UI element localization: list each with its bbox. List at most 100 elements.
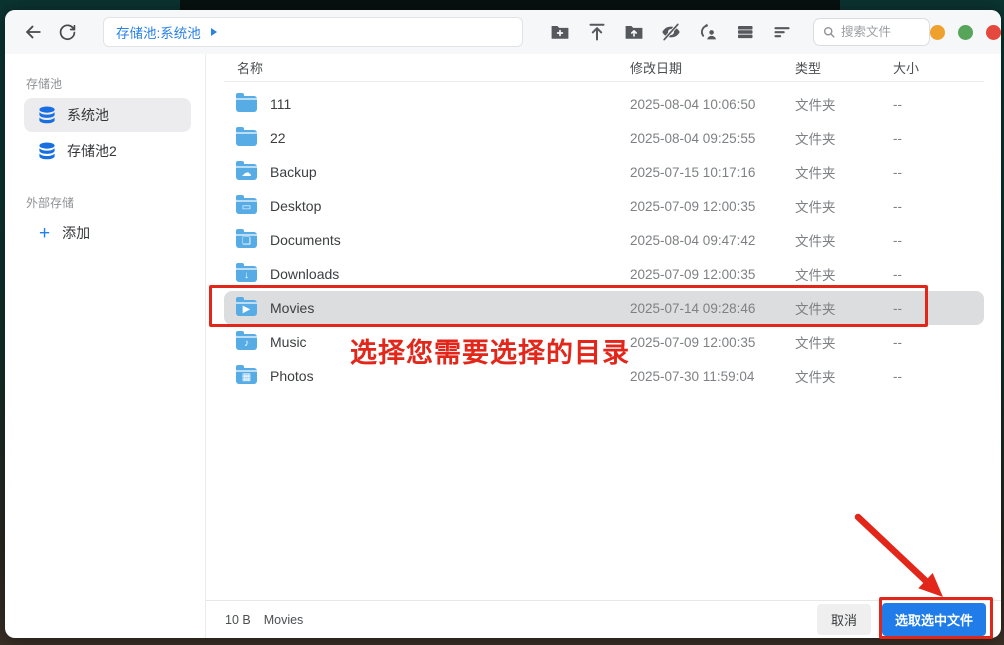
desktop-background: 存储池:系统池 (0, 0, 1004, 645)
folder-icon: ❏ (236, 232, 257, 248)
file-size: -- (893, 199, 984, 214)
sidebar-pool-item[interactable]: 系统池 (24, 98, 191, 132)
file-size: -- (893, 233, 984, 248)
file-date: 2025-07-30 11:59:04 (630, 369, 795, 384)
folder-up-button[interactable] (623, 21, 645, 43)
folder-emblem-icon: ▭ (236, 201, 257, 214)
table-header: 名称 修改日期 类型 大小 (224, 54, 984, 82)
folder-emblem-icon: ♪ (236, 337, 257, 350)
selection-name: Movies (264, 613, 304, 627)
folder-emblem-icon (236, 99, 257, 112)
table-row[interactable]: ↓ Downloads 2025-07-09 12:00:35 文件夹 -- (224, 257, 984, 291)
folder-emblem-icon: ❏ (236, 235, 257, 248)
file-size: -- (893, 165, 984, 180)
file-size: -- (893, 301, 984, 316)
folder-icon: ▭ (236, 198, 257, 214)
search-icon (822, 25, 836, 39)
file-date: 2025-08-04 10:06:50 (630, 97, 795, 112)
file-type: 文件夹 (795, 366, 893, 386)
file-date: 2025-07-15 10:17:16 (630, 165, 795, 180)
file-type: 文件夹 (795, 162, 893, 182)
back-button[interactable] (19, 18, 47, 46)
close-button[interactable] (986, 25, 1001, 40)
toggle-hidden-files-button[interactable] (660, 21, 682, 43)
table-row[interactable]: 22 2025-08-04 09:25:55 文件夹 -- (224, 121, 984, 155)
column-header-name[interactable]: 名称 (237, 58, 630, 77)
folder-icon: ♪ (236, 334, 257, 350)
table-row[interactable]: ☁ Backup 2025-07-15 10:17:16 文件夹 -- (224, 155, 984, 189)
file-type: 文件夹 (795, 230, 893, 250)
dialog-toolbar: 存储池:系统池 (5, 10, 1001, 54)
refresh-icon (58, 23, 77, 42)
folder-emblem-icon: ☁ (236, 167, 257, 180)
file-name: Documents (270, 232, 341, 248)
file-date: 2025-07-09 12:00:35 (630, 335, 795, 350)
breadcrumb-caret-icon (211, 28, 217, 36)
table-row[interactable]: ❏ Documents 2025-08-04 09:47:42 文件夹 -- (224, 223, 984, 257)
maximize-button[interactable] (958, 25, 973, 40)
footer-bar: 10 B Movies 取消 选取选中文件 (206, 600, 1001, 638)
toolbar-actions (549, 21, 793, 43)
file-date: 2025-08-04 09:25:55 (630, 131, 795, 146)
file-name: Photos (270, 368, 314, 384)
folder-icon: ☁ (236, 164, 257, 180)
file-size: -- (893, 267, 984, 282)
table-row[interactable]: ▦ Photos 2025-07-30 11:59:04 文件夹 -- (224, 359, 984, 393)
file-picker-dialog: 存储池:系统池 (5, 10, 1001, 638)
selection-size: 10 B (225, 613, 251, 627)
confirm-select-button[interactable]: 选取选中文件 (882, 603, 986, 636)
file-date: 2025-08-04 09:47:42 (630, 233, 795, 248)
sort-icon (771, 21, 793, 43)
folder-emblem-icon (236, 133, 257, 146)
upload-button[interactable] (586, 21, 608, 43)
folder-icon (236, 96, 257, 112)
list-view-icon (734, 21, 756, 43)
file-type: 文件夹 (795, 94, 893, 114)
sync-user-button[interactable] (697, 21, 719, 43)
folder-emblem-icon: ↓ (236, 269, 257, 282)
add-label: 添加 (62, 223, 90, 243)
breadcrumb-path[interactable]: 存储池:系统池 (116, 22, 201, 42)
refresh-button[interactable] (53, 18, 81, 46)
breadcrumb[interactable]: 存储池:系统池 (103, 17, 523, 47)
folder-icon: ▶ (236, 300, 257, 316)
folder-icon: ↓ (236, 266, 257, 282)
sidebar-pool-item[interactable]: 存储池2 (24, 134, 191, 168)
file-size: -- (893, 97, 984, 112)
new-folder-icon (549, 21, 571, 43)
folder-up-icon (623, 21, 645, 43)
sidebar-section-storage-pools: 存储池 (25, 75, 191, 92)
column-header-size[interactable]: 大小 (893, 58, 984, 77)
file-name: 22 (270, 130, 286, 146)
table-row[interactable]: 111 2025-08-04 10:06:50 文件夹 -- (224, 87, 984, 121)
search-box[interactable] (813, 18, 930, 46)
cancel-button[interactable]: 取消 (817, 604, 871, 635)
background-window-band (180, 0, 840, 10)
back-arrow-icon (23, 22, 43, 42)
list-view-button[interactable] (734, 21, 756, 43)
file-name: 111 (270, 96, 291, 112)
minimize-button[interactable] (930, 25, 945, 40)
file-type: 文件夹 (795, 128, 893, 148)
sync-user-icon (697, 21, 719, 43)
search-input[interactable] (841, 25, 921, 39)
file-size: -- (893, 335, 984, 350)
file-list-panel: 名称 修改日期 类型 大小 111 2025-08-04 10:06:50 文件… (206, 54, 1001, 638)
folder-emblem-icon: ▦ (236, 371, 257, 384)
add-external-storage-button[interactable]: + 添加 (25, 217, 191, 249)
file-rows: 111 2025-08-04 10:06:50 文件夹 -- 22 2025-0… (206, 82, 1001, 393)
table-row[interactable]: ♪ Music 2025-07-09 12:00:35 文件夹 -- (224, 325, 984, 359)
column-header-type[interactable]: 类型 (795, 58, 893, 77)
sort-button[interactable] (771, 21, 793, 43)
column-header-date[interactable]: 修改日期 (630, 58, 795, 77)
new-folder-button[interactable] (549, 21, 571, 43)
storage-pool-icon (37, 105, 57, 125)
pool-list: 系统池 存储池2 (25, 98, 191, 168)
sidebar-section-external-storage: 外部存储 (25, 194, 191, 211)
table-row[interactable]: ▭ Desktop 2025-07-09 12:00:35 文件夹 -- (224, 189, 984, 223)
file-type: 文件夹 (795, 298, 893, 318)
file-type: 文件夹 (795, 264, 893, 284)
file-name: Downloads (270, 266, 339, 282)
eye-off-icon (660, 21, 682, 43)
table-row[interactable]: ▶ Movies 2025-07-14 09:28:46 文件夹 -- (224, 291, 984, 325)
